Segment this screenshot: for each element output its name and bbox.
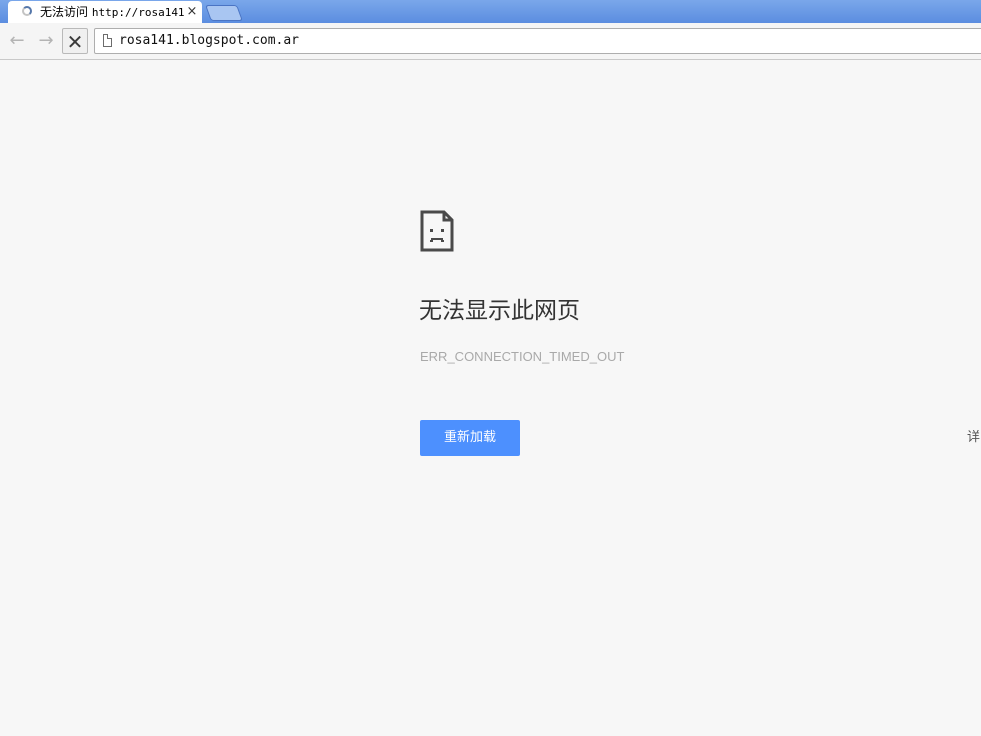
forward-button[interactable]: → [34, 29, 58, 53]
address-bar-url[interactable]: rosa141.blogspot.com.ar [119, 33, 299, 49]
sad-page-icon [420, 210, 454, 252]
browser-toolbar: ← → ✕ rosa141.blogspot.com.ar [0, 23, 981, 60]
address-bar[interactable]: rosa141.blogspot.com.ar [94, 28, 981, 54]
error-page: 无法显示此网页 ERR_CONNECTION_TIMED_OUT 重新加载 详 [0, 60, 981, 736]
error-code: ERR_CONNECTION_TIMED_OUT [420, 349, 625, 364]
tab-strip: 无法访问 http://rosa141 × [0, 0, 981, 23]
reload-button[interactable]: 重新加载 [420, 420, 520, 456]
back-button[interactable]: ← [5, 29, 29, 53]
tab-title-prefix: 无法访问 [40, 5, 89, 19]
tab-title: 无法访问 http://rosa141 [40, 4, 186, 21]
new-tab-button[interactable] [205, 5, 243, 21]
tab-title-url: http://rosa141 [91, 6, 185, 19]
details-button[interactable]: 详 [967, 430, 981, 446]
stop-loading-button[interactable]: ✕ [62, 28, 88, 54]
tab-close-icon[interactable]: × [185, 4, 199, 20]
page-icon [103, 34, 112, 47]
loading-spinner-icon [22, 6, 32, 16]
active-tab[interactable]: 无法访问 http://rosa141 × [8, 1, 202, 23]
error-title: 无法显示此网页 [419, 298, 580, 324]
